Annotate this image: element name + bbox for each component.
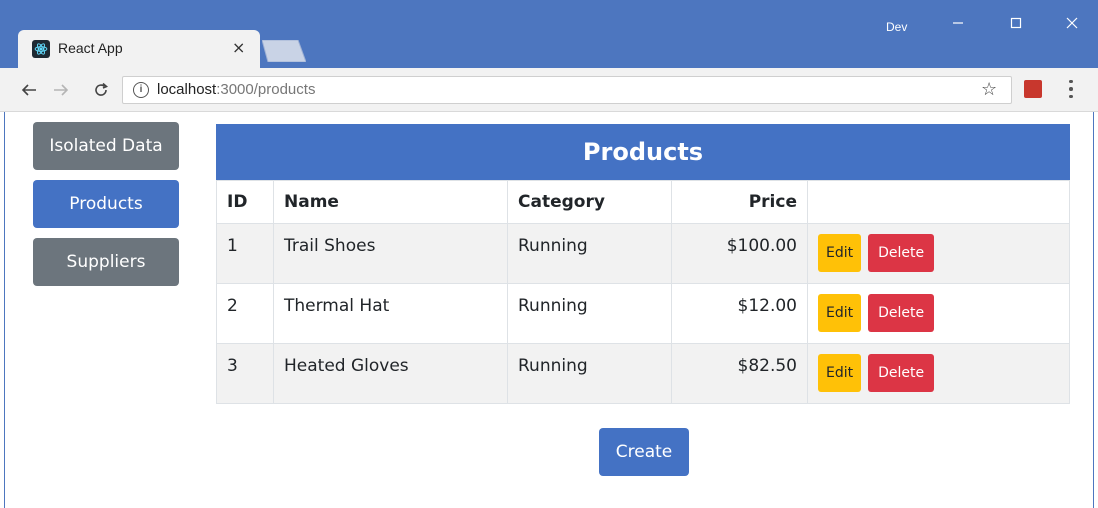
create-button[interactable]: Create: [599, 428, 689, 476]
bookmark-star-icon[interactable]: ☆: [981, 79, 997, 100]
maximize-icon[interactable]: [996, 8, 1036, 38]
table-row: 1 Trail Shoes Running $100.00 Edit Delete: [216, 223, 1070, 284]
tab-title: React App: [58, 40, 123, 56]
tab-close-icon[interactable]: ×: [232, 38, 245, 57]
cell-name: Heated Gloves: [273, 343, 508, 404]
cell-name: Trail Shoes: [273, 223, 508, 284]
header-name: Name: [273, 180, 508, 224]
delete-button[interactable]: Delete: [868, 234, 935, 272]
cell-price: $12.00: [671, 283, 808, 344]
delete-button[interactable]: Delete: [868, 354, 935, 392]
cell-actions: Edit Delete: [807, 343, 1070, 404]
url-text: localhost:3000/products: [157, 81, 315, 98]
products-table-container: Products ID Name Category Price 1 Trail …: [216, 124, 1070, 404]
delete-button[interactable]: Delete: [868, 294, 935, 332]
edit-button[interactable]: Edit: [818, 354, 862, 392]
cell-id: 2: [216, 283, 274, 344]
header-id: ID: [216, 180, 274, 224]
cell-id: 1: [216, 223, 274, 284]
edit-button[interactable]: Edit: [818, 234, 862, 272]
browser-window: React App × Dev i localhost:3000/product…: [0, 0, 1098, 508]
extension-icon[interactable]: [1024, 80, 1042, 98]
cell-price: $82.50: [671, 343, 808, 404]
edit-button[interactable]: Edit: [818, 294, 862, 332]
title-bar: React App × Dev: [0, 0, 1098, 68]
cell-price: $100.00: [671, 223, 808, 284]
info-icon[interactable]: i: [133, 82, 149, 98]
header-actions: [807, 180, 1070, 224]
sidebar-item-isolated-data[interactable]: Isolated Data: [33, 122, 179, 170]
table-row: 2 Thermal Hat Running $12.00 Edit Delete: [216, 283, 1070, 344]
url-path: :3000/products: [216, 81, 316, 98]
cell-id: 3: [216, 343, 274, 404]
table-header-row: ID Name Category Price: [216, 180, 1070, 224]
page-content: Isolated Data Products Suppliers Product…: [4, 112, 1094, 508]
sidebar-item-products[interactable]: Products: [33, 180, 179, 228]
cell-category: Running: [507, 283, 672, 344]
browser-tab[interactable]: React App ×: [18, 30, 260, 68]
menu-dots-icon[interactable]: [1066, 78, 1076, 100]
table-row: 3 Heated Gloves Running $82.50 Edit Delet…: [216, 343, 1070, 404]
products-table: ID Name Category Price 1 Trail Shoes Run…: [216, 180, 1070, 404]
reload-icon[interactable]: [88, 78, 114, 102]
minimize-icon[interactable]: [938, 8, 978, 38]
header-price: Price: [671, 180, 808, 224]
header-category: Category: [507, 180, 672, 224]
table-title: Products: [216, 124, 1070, 180]
close-icon[interactable]: [1052, 8, 1092, 38]
cell-category: Running: [507, 223, 672, 284]
address-bar[interactable]: i localhost:3000/products ☆: [122, 76, 1012, 104]
cell-category: Running: [507, 343, 672, 404]
url-host: localhost: [157, 81, 217, 98]
cell-actions: Edit Delete: [807, 223, 1070, 284]
back-arrow-icon[interactable]: [16, 78, 42, 102]
sidebar-item-suppliers[interactable]: Suppliers: [33, 238, 179, 286]
cell-actions: Edit Delete: [807, 283, 1070, 344]
react-logo-icon: [32, 40, 50, 58]
forward-arrow-icon[interactable]: [48, 78, 74, 102]
new-tab-button[interactable]: [262, 40, 306, 62]
browser-toolbar: i localhost:3000/products ☆: [0, 68, 1098, 112]
cell-name: Thermal Hat: [273, 283, 508, 344]
profile-name[interactable]: Dev: [886, 20, 907, 34]
